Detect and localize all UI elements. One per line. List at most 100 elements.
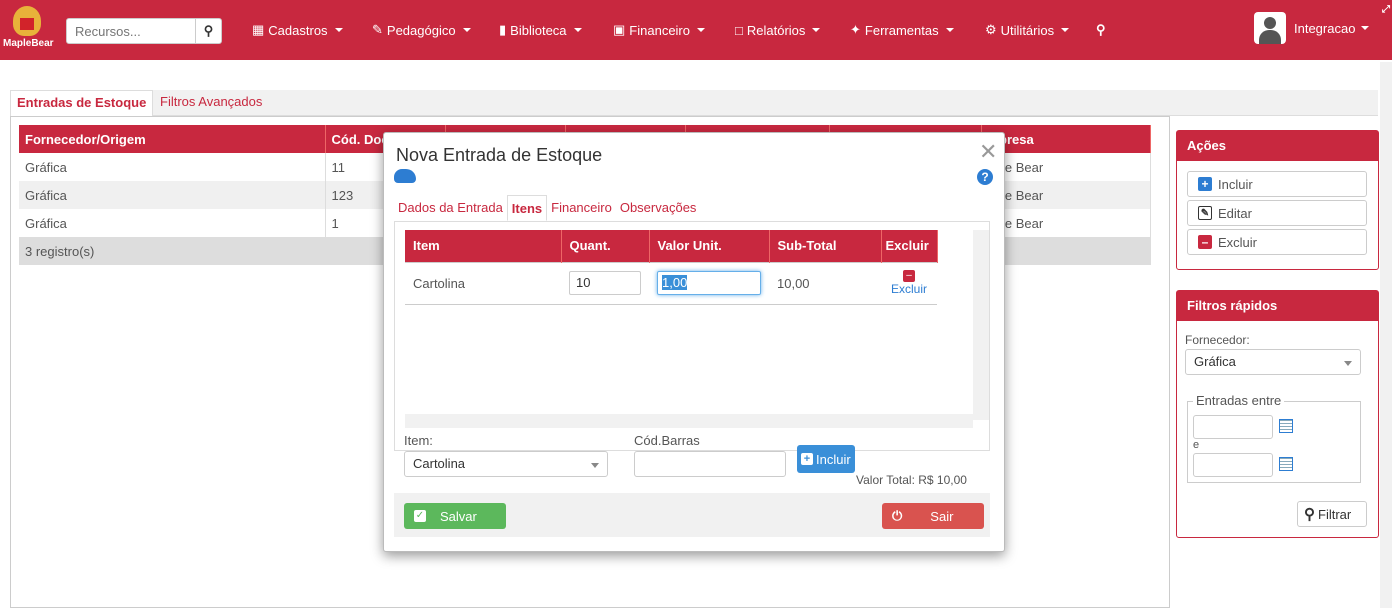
button-label: Filtrar — [1318, 506, 1352, 522]
tab-entradas-estoque[interactable]: Entradas de Estoque — [10, 90, 154, 116]
valor-unit-input[interactable]: 1,00 — [657, 271, 761, 295]
horizontal-scrollbar[interactable] — [405, 414, 973, 428]
expand-icon[interactable]: ⤢ — [1382, 4, 1390, 15]
close-icon[interactable]: ✕ — [979, 139, 997, 165]
gear-icon: ⚙ — [985, 22, 997, 37]
page-scrollbar[interactable] — [1380, 62, 1392, 608]
button-label: Salvar — [440, 508, 477, 524]
quick-filters-panel: Filtros rápidos Fornecedor: Gráfica Entr… — [1176, 290, 1379, 538]
minus-icon[interactable]: – — [903, 270, 915, 282]
caret-down-icon — [945, 28, 954, 32]
cloud-icon[interactable] — [394, 169, 416, 183]
fornecedor-select[interactable]: Gráfica — [1185, 349, 1361, 375]
items-table: Item Quant. Valor Unit. Sub-Total Exclui… — [405, 230, 938, 305]
cell-empresa: aple Bear — [981, 209, 1151, 237]
cell-fornecedor: Gráfica — [19, 153, 326, 181]
valor-total: Valor Total: R$ 10,00 — [856, 473, 967, 487]
plus-icon: + — [801, 453, 813, 465]
actions-panel: Ações + Incluir ✎ Editar – Excluir — [1176, 130, 1379, 270]
help-icon[interactable]: ? — [977, 169, 993, 185]
user-menu[interactable]: Integracao — [1254, 12, 1370, 44]
menu-relatorios[interactable]: □ Relatórios — [735, 0, 821, 60]
items-panel: Item Quant. Valor Unit. Sub-Total Exclui… — [394, 221, 990, 451]
cell-fornecedor: Gráfica — [19, 209, 326, 237]
calendar-icon[interactable] — [1279, 419, 1293, 433]
page-tabs: Entradas de Estoque Filtros Avançados — [10, 90, 1378, 116]
menu-label: Utilitários — [1000, 22, 1055, 38]
avatar — [1254, 12, 1286, 44]
tab-observacoes[interactable]: Observações — [616, 195, 701, 221]
search-icon: ⚲ — [203, 23, 214, 38]
col-fornecedor[interactable]: Fornecedor/Origem — [19, 125, 326, 153]
menu-label: Relatórios — [746, 22, 806, 38]
caret-down-icon — [1361, 26, 1370, 30]
salvar-button[interactable]: ✓ Salvar — [404, 503, 506, 529]
search-button[interactable]: ⚲ — [195, 19, 221, 43]
cod-barras-label: Cód.Barras — [634, 433, 700, 448]
cell-empresa: aple Bear — [981, 153, 1151, 181]
table-row: Cartolina 10 1,00 10,00 – Excluir — [405, 261, 937, 305]
valor-selected-text: 1,00 — [662, 275, 688, 290]
col-excluir: Excluir — [881, 230, 938, 262]
tab-financeiro[interactable]: Financeiro — [547, 195, 616, 221]
excluir-button[interactable]: – Excluir — [1187, 229, 1367, 255]
calendar-icon[interactable] — [1279, 457, 1293, 471]
menu-biblioteca[interactable]: ▮ Biblioteca — [499, 0, 582, 60]
tab-filtros-avancados[interactable]: Filtros Avançados — [154, 90, 268, 116]
menu-financeiro[interactable]: ▣ Financeiro — [613, 0, 705, 60]
date-end-input[interactable] — [1193, 453, 1273, 477]
col-item: Item — [405, 230, 562, 262]
menu-cadastros[interactable]: ▦ Cadastros — [252, 0, 343, 60]
check-icon: ✓ — [414, 510, 426, 522]
modal-tabs: Dados da Entrada Itens Financeiro Observ… — [394, 195, 700, 221]
item-label: Item: — [404, 433, 433, 448]
col-empresa[interactable]: mpresa — [981, 125, 1151, 153]
caret-down-icon — [1061, 28, 1070, 32]
filtrar-button[interactable]: ⚲ Filtrar — [1297, 501, 1367, 527]
modal-title: Nova Entrada de Estoque — [396, 145, 603, 165]
menu-pedagogico[interactable]: ✎ Pedagógico — [372, 0, 471, 60]
incluir-button[interactable]: + Incluir — [1187, 171, 1367, 197]
editar-button[interactable]: ✎ Editar — [1187, 200, 1367, 226]
tab-itens[interactable]: Itens — [506, 195, 548, 221]
modal-footer: ✓ Salvar ⏻ Sair — [394, 493, 990, 537]
excluir-link[interactable]: Excluir — [885, 282, 933, 296]
wrench-icon: ✦ — [850, 22, 861, 37]
date-start-input[interactable] — [1193, 415, 1273, 439]
id-card-icon: ▦ — [252, 22, 265, 37]
edit-icon: ✎ — [372, 22, 383, 37]
entradas-label: Entradas entre — [1193, 393, 1285, 408]
quant-input[interactable]: 10 — [569, 271, 641, 295]
book-icon: ▮ — [499, 22, 507, 37]
cell-excluir: – Excluir — [881, 261, 937, 305]
edit-icon: ✎ — [1198, 206, 1212, 220]
incluir-item-button[interactable]: + Incluir — [797, 445, 855, 473]
fornecedor-label: Fornecedor: — [1185, 333, 1250, 347]
minus-icon: – — [1198, 235, 1212, 249]
sair-button[interactable]: ⏻ Sair — [882, 503, 984, 529]
menu-label: Ferramentas — [864, 22, 939, 38]
menu-ferramentas[interactable]: ✦ Ferramentas — [850, 0, 954, 60]
menu-label: Biblioteca — [510, 22, 567, 38]
items-header: Item Quant. Valor Unit. Sub-Total Exclui… — [405, 230, 938, 262]
item-select[interactable]: Cartolina — [404, 451, 608, 477]
caret-down-icon — [812, 28, 821, 32]
vertical-scrollbar[interactable] — [973, 230, 989, 420]
menu-label: Cadastros — [268, 22, 328, 38]
cell-fornecedor: Gráfica — [19, 181, 326, 209]
search-input[interactable] — [67, 19, 195, 43]
menu-label: Financeiro — [629, 22, 690, 38]
nav-search-icon[interactable]: ⚲ — [1096, 0, 1106, 60]
menu-utilitarios[interactable]: ⚙ Utilitários — [985, 0, 1070, 60]
tab-dados-entrada[interactable]: Dados da Entrada — [394, 195, 507, 221]
button-label: Sair — [930, 508, 954, 524]
button-label: Editar — [1218, 205, 1252, 221]
cod-barras-input[interactable] — [634, 451, 786, 477]
user-name: Integracao — [1294, 20, 1356, 36]
cell-subtotal: 10,00 — [769, 261, 881, 305]
col-quant: Quant. — [561, 230, 650, 262]
plus-icon: + — [1198, 177, 1212, 191]
button-label: Excluir — [1218, 234, 1258, 250]
cell-valor: 1,00 — [649, 261, 769, 305]
maplebear-logo[interactable]: MapleBear — [3, 4, 55, 58]
